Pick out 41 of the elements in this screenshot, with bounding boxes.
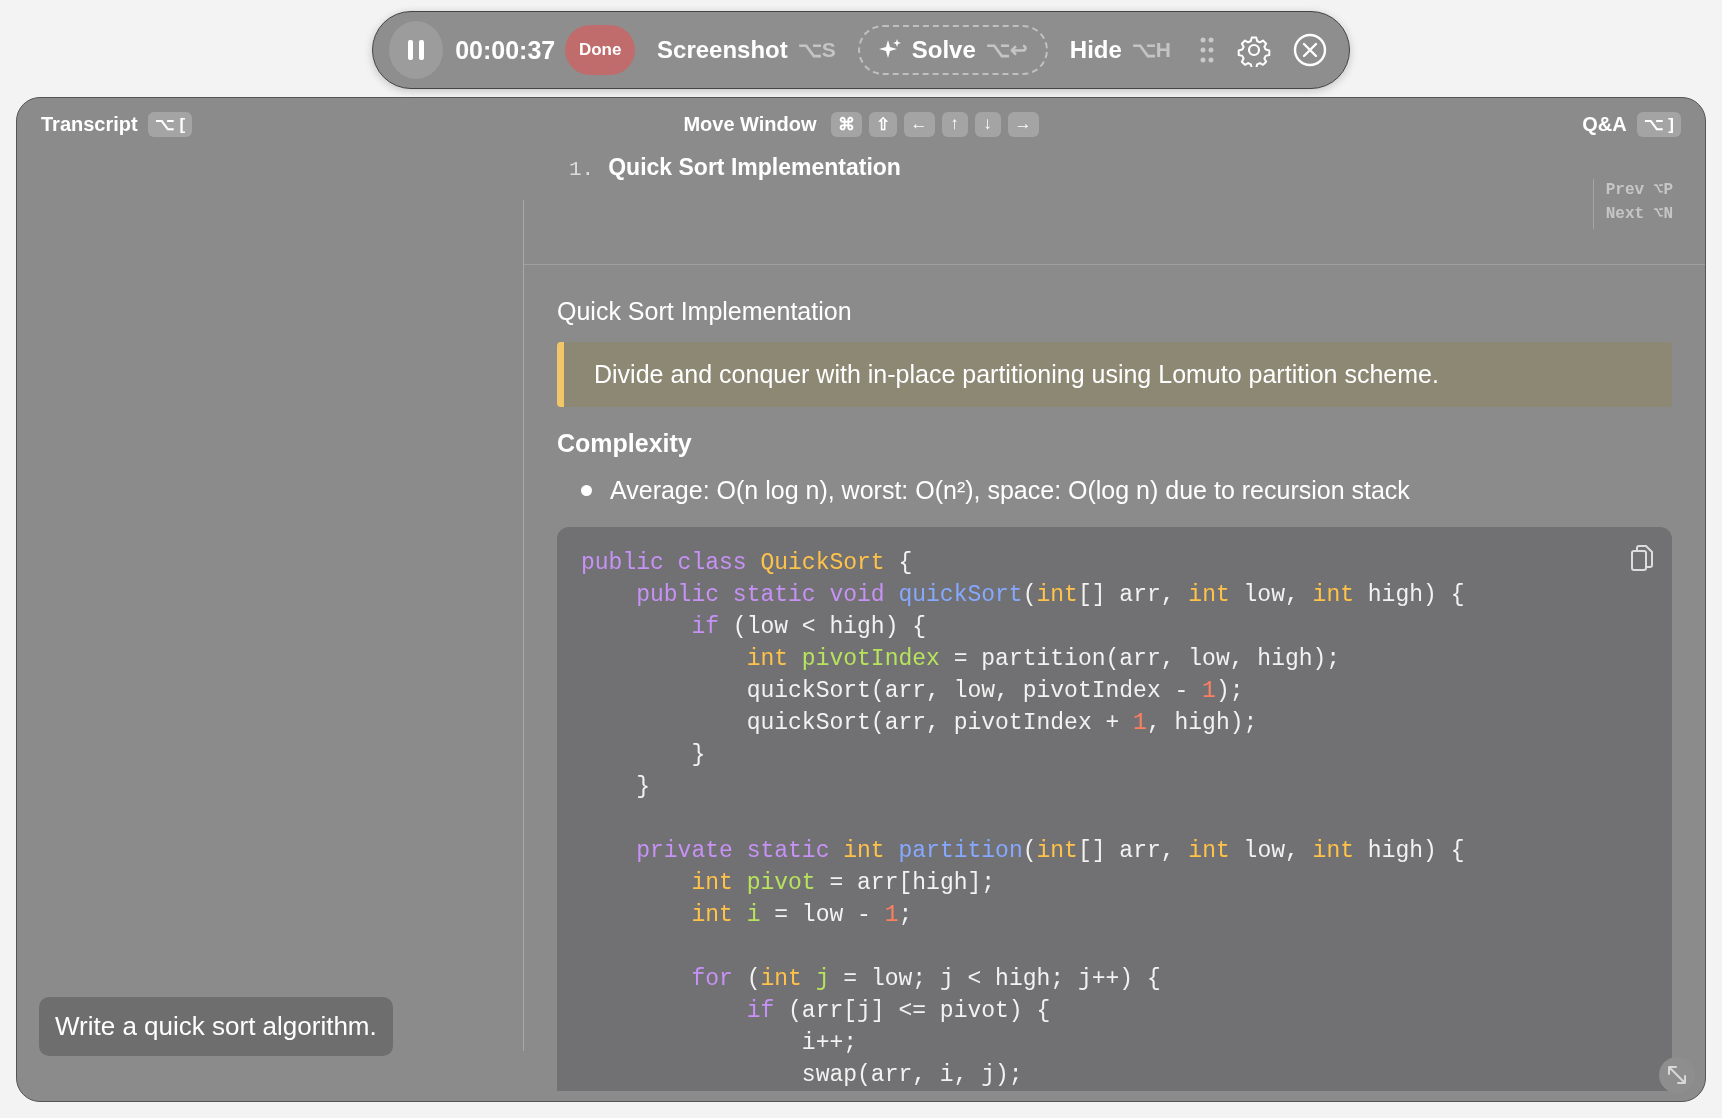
toolbar-button[interactable]: Solve ⌥↩	[857, 25, 1048, 75]
code-line: }	[635, 773, 650, 802]
question-title[interactable]: Quick Sort Implementation	[608, 154, 901, 181]
shortcut-key[interactable]: ⇧	[868, 111, 897, 137]
timer: 00:00:37	[455, 35, 556, 65]
shortcut-key[interactable]: ⌘	[830, 111, 862, 137]
code-line: int pivotIndex = partition(arr, low, high);	[745, 645, 1341, 674]
done-button[interactable]: Done	[565, 25, 636, 75]
shortcut-key: ⌥ ]	[1636, 111, 1681, 137]
pause-icon	[407, 39, 426, 61]
nav-button[interactable]: Next ⌥N	[1605, 203, 1673, 223]
code-line: quickSort(arr, low, pivotIndex - 1);	[745, 677, 1244, 706]
code-line: i++;	[800, 1029, 858, 1058]
bullet-icon	[581, 485, 592, 496]
section-heading: Complexity	[557, 429, 693, 458]
nav-button[interactable]: Prev ⌥P	[1605, 179, 1673, 199]
code-line: public class QuickSort {	[581, 549, 913, 578]
bullet-text: Average: O(n log n), worst: O(n²), space: O(log n) due to recursion stack	[610, 476, 1410, 505]
code-line: swap(arr, i, j);	[800, 1061, 1023, 1090]
code-line: public static void quickSort(int[] arr, int low, int high) {	[635, 581, 1465, 610]
question-number: 1.	[569, 158, 595, 181]
code-line: private static int partition(int[] arr, int low, int high) {	[635, 837, 1465, 866]
shortcut-key[interactable]: ←	[903, 111, 935, 137]
answer-title: Quick Sort Implementation	[557, 297, 853, 326]
pause-button[interactable]	[389, 21, 444, 79]
code-line: }	[690, 741, 706, 770]
code-line: if (arr[j] <= pivot) {	[745, 997, 1051, 1026]
code-line: int i = low - 1;	[690, 901, 913, 930]
shortcut-key[interactable]: ↓	[974, 111, 1001, 137]
transcript-label: Transcript	[41, 112, 138, 136]
code-line: for (int j = low; j < high; j++) {	[690, 965, 1161, 994]
code-line: quickSort(arr, pivotIndex + 1, high);	[745, 709, 1258, 738]
code-line: if (low < high) {	[690, 613, 927, 642]
qa-label: Q&A	[1582, 112, 1627, 136]
callout: Divide and conquer with in-place partitioning using Lomuto partition scheme.	[557, 342, 1672, 407]
code-line: int pivot = arr[high];	[690, 869, 996, 898]
shortcut-key: ⌥ [	[147, 111, 193, 137]
shortcut-key[interactable]: ↑	[941, 111, 968, 137]
transcript-message: Write a quick sort algorithm.	[39, 997, 393, 1056]
move-window-label: Move Window	[683, 112, 817, 136]
shortcut-key[interactable]: →	[1007, 111, 1039, 137]
